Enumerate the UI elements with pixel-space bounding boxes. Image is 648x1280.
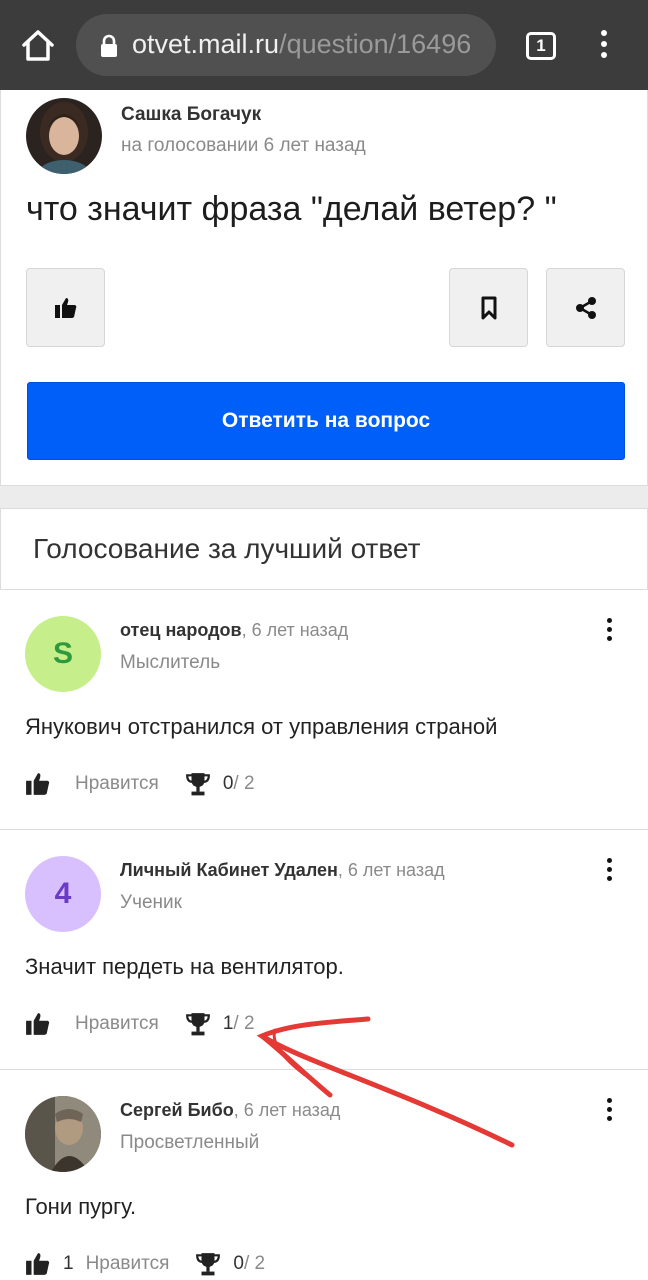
answer-footer: Нравится 1 / 2	[25, 1010, 255, 1038]
avatar-initial: S	[52, 637, 73, 670]
answer-text: Значит пердеть на вентилятор.	[25, 954, 344, 979]
like-question-button[interactable]	[26, 268, 105, 347]
answer-rank: Мыслитель	[120, 652, 221, 673]
vote-total: / 2	[244, 1253, 266, 1274]
browser-menu-icon[interactable]	[594, 30, 614, 64]
bookmark-button[interactable]	[449, 268, 528, 347]
author-avatar[interactable]	[26, 98, 102, 174]
vote-section-header: Голосование за лучший ответ	[0, 508, 648, 590]
answer-avatar[interactable]	[25, 1096, 101, 1172]
photo-avatar-image	[25, 1096, 101, 1172]
trophy-icon[interactable]	[185, 1011, 211, 1037]
question-title: что значит фраза "делай ветер? "	[26, 190, 557, 228]
question-meta: на голосовании 6 лет назад	[121, 135, 366, 156]
answer-footer: 1 Нравится 0 / 2	[25, 1250, 265, 1278]
thumbs-up-icon[interactable]	[25, 1251, 51, 1277]
answer-rank: Ученик	[120, 892, 182, 913]
answer-author-line: Личный Кабинет Удален, 6 лет назад	[120, 860, 445, 881]
vote-count: 1	[222, 1013, 234, 1034]
answer-author[interactable]: Сергей Бибо	[120, 1100, 234, 1120]
vote-section-title: Голосование за лучший ответ	[33, 533, 421, 564]
browser-toolbar: otvet.mail.ru/question/16496 1	[0, 0, 648, 90]
answer-avatar[interactable]: 4	[25, 856, 101, 932]
answer-time: , 6 лет назад	[337, 860, 445, 880]
bookmark-icon	[481, 296, 496, 319]
thumbs-up-icon	[54, 297, 76, 318]
more-options-icon[interactable]	[604, 858, 614, 884]
trophy-icon[interactable]	[185, 771, 211, 797]
vote-count: 0	[233, 1253, 244, 1274]
thumbs-up-icon[interactable]	[25, 771, 51, 797]
trophy-icon[interactable]	[195, 1251, 221, 1277]
vote-count: 0	[222, 773, 234, 794]
answer-avatar[interactable]: S	[25, 616, 101, 692]
answer-text: Гони пургу.	[25, 1194, 137, 1219]
answer-question-button[interactable]: Ответить на вопрос	[27, 382, 625, 460]
answer-card: S отец народов, 6 лет назад Мыслитель Ян…	[0, 590, 648, 830]
like-button-label[interactable]: Нравится	[86, 1253, 170, 1275]
question-author[interactable]: Сашка Богачук	[121, 104, 261, 126]
lock-icon	[101, 34, 117, 57]
answer-time: , 6 лет назад	[233, 1100, 341, 1120]
more-options-icon[interactable]	[604, 618, 614, 644]
answer-author-line: Сергей Бибо, 6 лет назад	[120, 1100, 340, 1121]
answer-footer: Нравится 0 / 2	[25, 770, 255, 798]
answer-text: Янукович отстранился от управления стран…	[25, 714, 498, 739]
answer-card: 4 Личный Кабинет Удален, 6 лет назад Уче…	[0, 830, 648, 1070]
home-icon[interactable]	[18, 26, 58, 66]
thumbs-up-icon[interactable]	[25, 1011, 51, 1037]
more-options-icon[interactable]	[604, 1098, 614, 1124]
avatar-initial: 4	[54, 877, 72, 910]
answer-author[interactable]: Личный Кабинет Удален	[120, 860, 338, 880]
address-bar[interactable]: otvet.mail.ru/question/16496	[76, 14, 496, 76]
like-button-label[interactable]: Нравится	[75, 1013, 159, 1035]
tab-switcher-button[interactable]: 1	[526, 32, 556, 60]
answer-author[interactable]: отец народов	[120, 620, 242, 640]
vote-total: / 2	[233, 773, 255, 794]
url-path: /question/16496	[279, 29, 472, 59]
like-button-label[interactable]: Нравится	[75, 773, 159, 795]
url-host: otvet.mail.ru	[132, 29, 280, 59]
share-icon	[575, 296, 596, 319]
question-card: Сашка Богачук на голосовании 6 лет назад…	[0, 90, 648, 486]
like-count: 1	[63, 1253, 74, 1274]
answer-time: , 6 лет назад	[241, 620, 349, 640]
share-button[interactable]	[546, 268, 625, 347]
vote-total: / 2	[233, 1013, 255, 1034]
answer-rank: Просветленный	[120, 1132, 260, 1153]
answer-author-line: отец народов, 6 лет назад	[120, 620, 348, 641]
url-text: otvet.mail.ru/question/16496	[132, 29, 471, 60]
answer-card: Сергей Бибо, 6 лет назад Просветленный Г…	[0, 1070, 648, 1280]
